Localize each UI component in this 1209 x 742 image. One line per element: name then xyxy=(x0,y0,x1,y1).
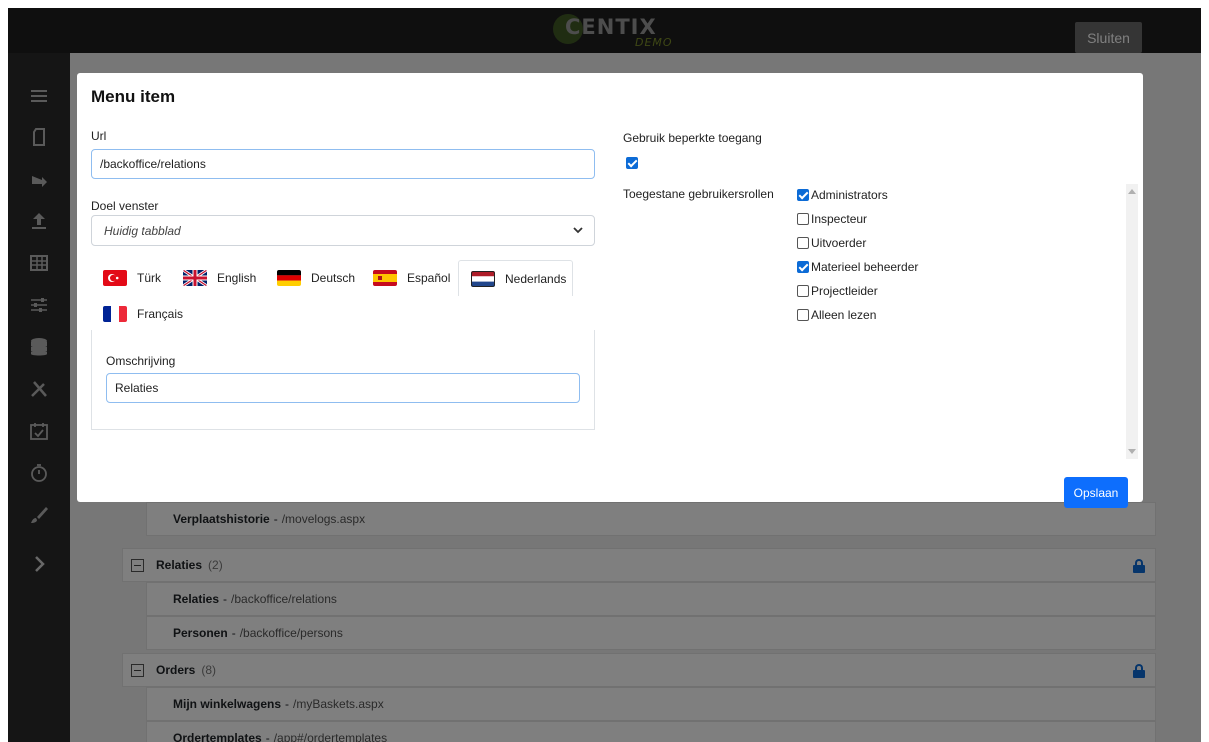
uk-flag-icon xyxy=(183,270,207,286)
tab-spanish[interactable]: Español xyxy=(373,260,450,296)
role-checkbox[interactable] xyxy=(797,285,809,297)
target-window-label: Doel venster xyxy=(91,199,159,213)
url-input[interactable] xyxy=(91,149,595,179)
scroll-up-icon[interactable] xyxy=(1128,188,1136,194)
window-frame-right xyxy=(1201,0,1209,742)
role-option[interactable]: Administrators xyxy=(797,186,888,204)
role-checkbox[interactable] xyxy=(797,309,809,321)
role-label: Inspecteur xyxy=(811,212,868,226)
url-label: Url xyxy=(91,129,107,143)
role-checkbox[interactable] xyxy=(797,189,809,201)
description-input[interactable] xyxy=(106,373,580,403)
role-option[interactable]: Alleen lezen xyxy=(797,306,876,324)
tab-label: Türk xyxy=(137,271,161,285)
tab-dutch[interactable]: Nederlands xyxy=(458,260,573,296)
tab-label: Español xyxy=(407,271,451,285)
restricted-access-label: Gebruik beperkte toegang xyxy=(623,131,762,145)
netherlands-flag-icon xyxy=(471,270,495,287)
role-option[interactable]: Uitvoerder xyxy=(797,234,866,252)
role-option[interactable]: Materieel beheerder xyxy=(797,258,918,276)
app-window: CENTIX DEMO Sluiten xyxy=(8,8,1201,742)
target-window-value: Huidig tabblad xyxy=(104,223,181,238)
tab-label: Français xyxy=(137,307,184,321)
role-label: Materieel beheerder xyxy=(811,260,919,274)
target-window-select[interactable]: Huidig tabblad xyxy=(91,215,595,246)
allowed-roles-label: Toegestane gebruikersrollen xyxy=(623,187,774,201)
save-button[interactable]: Opslaan xyxy=(1064,477,1128,508)
role-checkbox[interactable] xyxy=(797,213,809,225)
france-flag-icon xyxy=(103,306,127,322)
roles-scrollbar[interactable] xyxy=(1126,184,1138,459)
role-label: Uitvoerder xyxy=(811,236,867,250)
role-label: Projectleider xyxy=(811,284,878,298)
role-checkbox[interactable] xyxy=(797,237,809,249)
role-label: Administrators xyxy=(811,188,888,202)
germany-flag-icon xyxy=(277,270,301,286)
menu-item-dialog: Menu item Url Doel venster Huidig tabbla… xyxy=(77,73,1143,508)
scroll-down-icon[interactable] xyxy=(1128,449,1136,455)
roles-list: Administrators Inspecteur Uitvoerder Mat… xyxy=(797,184,1137,459)
tab-label: Deutsch xyxy=(311,271,356,285)
role-option[interactable]: Inspecteur xyxy=(797,210,867,228)
window-frame-left xyxy=(0,0,8,742)
dialog-title: Menu item xyxy=(91,87,176,106)
role-option[interactable]: Projectleider xyxy=(797,282,878,300)
chevron-down-icon xyxy=(573,227,583,234)
role-label: Alleen lezen xyxy=(811,308,877,322)
restricted-access-checkbox[interactable] xyxy=(626,157,638,169)
tab-german[interactable]: Deutsch xyxy=(277,260,355,296)
description-label: Omschrijving xyxy=(106,354,176,368)
tab-english[interactable]: English xyxy=(183,260,256,296)
turkey-flag-icon xyxy=(103,270,127,286)
tab-label: English xyxy=(217,271,257,285)
tab-label: Nederlands xyxy=(505,271,567,286)
role-checkbox[interactable] xyxy=(797,261,809,273)
spain-flag-icon xyxy=(373,270,397,286)
tab-french[interactable]: Français xyxy=(103,296,183,332)
tab-turkish[interactable]: Türk xyxy=(103,260,161,296)
